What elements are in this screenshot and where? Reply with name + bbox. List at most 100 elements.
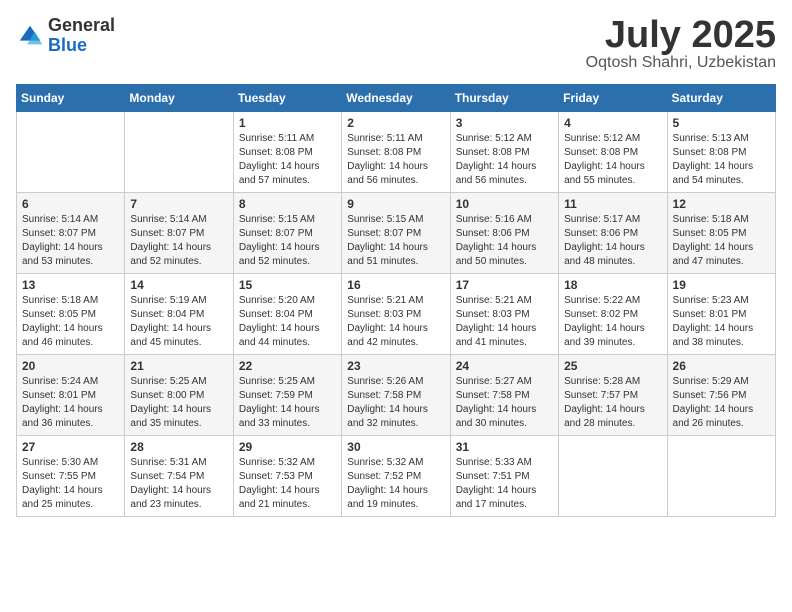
day-number: 12: [673, 197, 770, 211]
calendar-cell: 15Sunrise: 5:20 AMSunset: 8:04 PMDayligh…: [233, 274, 341, 355]
day-number: 16: [347, 278, 444, 292]
day-number: 21: [130, 359, 227, 373]
cell-content: Sunrise: 5:25 AMSunset: 7:59 PMDaylight:…: [239, 375, 336, 431]
cell-content: Sunrise: 5:23 AMSunset: 8:01 PMDaylight:…: [673, 294, 770, 350]
calendar-cell: 12 Sunrise: 5:18 AMSunset: 8:05 PMDayligh…: [667, 193, 775, 274]
calendar-cell: 1 Sunrise: 5:11 AMSunset: 8:08 PMDaylight…: [233, 112, 341, 193]
calendar-cell: 24Sunrise: 5:27 AMSunset: 7:58 PMDayligh…: [450, 355, 558, 436]
calendar-table: SundayMondayTuesdayWednesdayThursdayFrid…: [16, 84, 776, 517]
calendar-cell: 14 Sunrise: 5:19 AMSunset: 8:04 PMDayligh…: [125, 274, 233, 355]
cell-content: Sunrise: 5:14 AMSunset: 8:07 PMDaylight:…: [130, 213, 227, 269]
calendar-cell: 31Sunrise: 5:33 AMSunset: 7:51 PMDayligh…: [450, 436, 558, 517]
logo-general: General: [48, 16, 115, 36]
day-number: 28: [130, 440, 227, 454]
cell-content: Sunrise: 5:25 AMSunset: 8:00 PMDaylight:…: [130, 375, 227, 431]
cell-content: Sunrise: 5:28 AMSunset: 7:57 PMDaylight:…: [564, 375, 661, 431]
day-number: 27: [22, 440, 119, 454]
calendar-cell: 17 Sunrise: 5:21 AMSunset: 8:03 PMDayligh…: [450, 274, 558, 355]
cell-content: Sunrise: 5:11 AMSunset: 8:08 PMDaylight:…: [239, 132, 336, 188]
logo-blue: Blue: [48, 36, 115, 56]
cell-content: Sunrise: 5:30 AMSunset: 7:55 PMDaylight:…: [22, 456, 119, 512]
day-number: 13: [22, 278, 119, 292]
cell-content: Sunrise: 5:32 AMSunset: 7:53 PMDaylight:…: [239, 456, 336, 512]
calendar-cell: 6 Sunrise: 5:14 AMSunset: 8:07 PMDaylight…: [17, 193, 125, 274]
calendar-cell: 30Sunrise: 5:32 AMSunset: 7:52 PMDayligh…: [342, 436, 450, 517]
cell-content: Sunrise: 5:27 AMSunset: 7:58 PMDaylight:…: [456, 375, 553, 431]
location-subtitle: Oqtosh Shahri, Uzbekistan: [586, 54, 776, 72]
cell-content: Sunrise: 5:24 AMSunset: 8:01 PMDaylight:…: [22, 375, 119, 431]
cell-content: Sunrise: 5:14 AMSunset: 8:07 PMDaylight:…: [22, 213, 119, 269]
logo: General Blue: [16, 16, 115, 56]
day-number: 9: [347, 197, 444, 211]
calendar-cell: 4Sunrise: 5:12 AMSunset: 8:08 PMDaylight…: [559, 112, 667, 193]
cell-content: Sunrise: 5:21 AMSunset: 8:03 PMDaylight:…: [456, 294, 553, 350]
day-number: 25: [564, 359, 661, 373]
calendar-cell: 18 Sunrise: 5:22 AMSunset: 8:02 PMDayligh…: [559, 274, 667, 355]
calendar-cell: [559, 436, 667, 517]
calendar-cell: 7Sunrise: 5:14 AMSunset: 8:07 PMDaylight…: [125, 193, 233, 274]
cell-content: Sunrise: 5:29 AMSunset: 7:56 PMDaylight:…: [673, 375, 770, 431]
calendar-cell: 9 Sunrise: 5:15 AMSunset: 8:07 PMDaylight…: [342, 193, 450, 274]
calendar-cell: 3 Sunrise: 5:12 AMSunset: 8:08 PMDaylight…: [450, 112, 558, 193]
cell-content: Sunrise: 5:20 AMSunset: 8:04 PMDaylight:…: [239, 294, 336, 350]
cell-content: Sunrise: 5:26 AMSunset: 7:58 PMDaylight:…: [347, 375, 444, 431]
cell-content: Sunrise: 5:18 AMSunset: 8:05 PMDaylight:…: [673, 213, 770, 269]
day-number: 26: [673, 359, 770, 373]
day-number: 3: [456, 116, 553, 130]
logo-text: General Blue: [48, 16, 115, 56]
day-number: 18: [564, 278, 661, 292]
weekday-header: Thursday: [450, 85, 558, 112]
calendar-cell: [667, 436, 775, 517]
cell-content: Sunrise: 5:22 AMSunset: 8:02 PMDaylight:…: [564, 294, 661, 350]
day-number: 20: [22, 359, 119, 373]
day-number: 14: [130, 278, 227, 292]
calendar-cell: 25 Sunrise: 5:28 AMSunset: 7:57 PMDayligh…: [559, 355, 667, 436]
calendar-cell: [17, 112, 125, 193]
weekday-header: Sunday: [17, 85, 125, 112]
cell-content: Sunrise: 5:31 AMSunset: 7:54 PMDaylight:…: [130, 456, 227, 512]
calendar-cell: 2 Sunrise: 5:11 AMSunset: 8:08 PMDaylight…: [342, 112, 450, 193]
cell-content: Sunrise: 5:11 AMSunset: 8:08 PMDaylight:…: [347, 132, 444, 188]
calendar-cell: 28 Sunrise: 5:31 AMSunset: 7:54 PMDayligh…: [125, 436, 233, 517]
weekday-header: Saturday: [667, 85, 775, 112]
day-number: 5: [673, 116, 770, 130]
cell-content: Sunrise: 5:19 AMSunset: 8:04 PMDaylight:…: [130, 294, 227, 350]
calendar-cell: 13 Sunrise: 5:18 AMSunset: 8:05 PMDayligh…: [17, 274, 125, 355]
calendar-cell: 27 Sunrise: 5:30 AMSunset: 7:55 PMDayligh…: [17, 436, 125, 517]
weekday-header: Friday: [559, 85, 667, 112]
day-number: 30: [347, 440, 444, 454]
calendar-cell: 29 Sunrise: 5:32 AMSunset: 7:53 PMDayligh…: [233, 436, 341, 517]
cell-content: Sunrise: 5:16 AMSunset: 8:06 PMDaylight:…: [456, 213, 553, 269]
calendar-cell: 23Sunrise: 5:26 AMSunset: 7:58 PMDayligh…: [342, 355, 450, 436]
cell-content: Sunrise: 5:15 AMSunset: 8:07 PMDaylight:…: [347, 213, 444, 269]
day-number: 8: [239, 197, 336, 211]
calendar-cell: 22 Sunrise: 5:25 AMSunset: 7:59 PMDayligh…: [233, 355, 341, 436]
calendar-cell: 19Sunrise: 5:23 AMSunset: 8:01 PMDayligh…: [667, 274, 775, 355]
cell-content: Sunrise: 5:12 AMSunset: 8:08 PMDaylight:…: [564, 132, 661, 188]
day-number: 22: [239, 359, 336, 373]
title-block: July 2025 Oqtosh Shahri, Uzbekistan: [586, 16, 776, 72]
day-number: 17: [456, 278, 553, 292]
calendar-cell: 5Sunrise: 5:13 AMSunset: 8:08 PMDaylight…: [667, 112, 775, 193]
weekday-header: Monday: [125, 85, 233, 112]
calendar-cell: 16 Sunrise: 5:21 AMSunset: 8:03 PMDayligh…: [342, 274, 450, 355]
day-number: 6: [22, 197, 119, 211]
logo-icon: [16, 22, 44, 50]
cell-content: Sunrise: 5:21 AMSunset: 8:03 PMDaylight:…: [347, 294, 444, 350]
cell-content: Sunrise: 5:15 AMSunset: 8:07 PMDaylight:…: [239, 213, 336, 269]
day-number: 10: [456, 197, 553, 211]
cell-content: Sunrise: 5:18 AMSunset: 8:05 PMDaylight:…: [22, 294, 119, 350]
day-number: 2: [347, 116, 444, 130]
day-number: 11: [564, 197, 661, 211]
cell-content: Sunrise: 5:17 AMSunset: 8:06 PMDaylight:…: [564, 213, 661, 269]
day-number: 1: [239, 116, 336, 130]
day-number: 29: [239, 440, 336, 454]
day-number: 31: [456, 440, 553, 454]
page-header: General Blue July 2025 Oqtosh Shahri, Uz…: [16, 16, 776, 72]
month-title: July 2025: [586, 16, 776, 54]
cell-content: Sunrise: 5:12 AMSunset: 8:08 PMDaylight:…: [456, 132, 553, 188]
calendar-cell: 21 Sunrise: 5:25 AMSunset: 8:00 PMDayligh…: [125, 355, 233, 436]
weekday-header: Wednesday: [342, 85, 450, 112]
calendar-cell: [125, 112, 233, 193]
calendar-cell: 26 Sunrise: 5:29 AMSunset: 7:56 PMDayligh…: [667, 355, 775, 436]
